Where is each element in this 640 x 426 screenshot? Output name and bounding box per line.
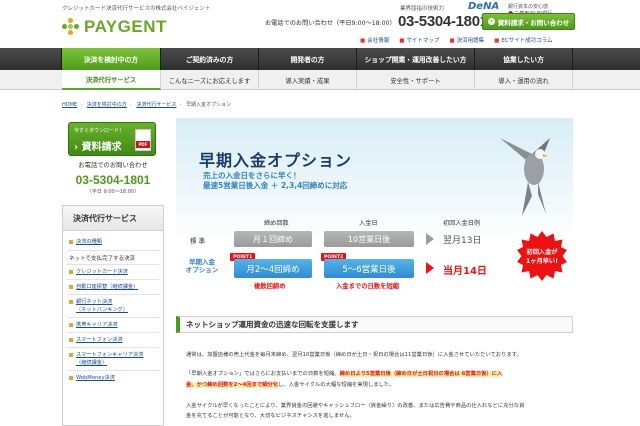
subnav-results[interactable]: 導入実績・成果 bbox=[259, 70, 357, 90]
bullet-icon bbox=[69, 337, 73, 342]
chevron-right-icon: › bbox=[487, 18, 495, 25]
subnav-flow[interactable]: 導入・運用の流れ bbox=[475, 70, 573, 90]
row-label-standard: 標 準 bbox=[190, 237, 206, 245]
dena-text: DeNA bbox=[468, 1, 500, 12]
eagle-icon bbox=[500, 138, 550, 216]
nav-shop-owners[interactable]: ショップ開業・運用改善したい方 bbox=[357, 48, 475, 70]
paragraph-1: 通常は、加盟店様の売上代金を毎月末締め、翌月10営業日後（締め日が土日・祝日の場… bbox=[186, 352, 522, 358]
col-header-payment-date: 入金日 bbox=[359, 220, 378, 227]
download-big-label: › 資料請求 bbox=[74, 142, 122, 153]
sidebar-contact-label: お電話でのお問い合わせ bbox=[78, 162, 148, 169]
nav-considering[interactable]: 決済を検討中の方 bbox=[62, 48, 161, 70]
bullet-icon bbox=[69, 322, 73, 327]
arrow-icon: ■ bbox=[449, 38, 455, 44]
option-payment-box: 5〜6営業日後 bbox=[324, 259, 414, 278]
breadcrumb: HOME › 決済を検討中の方 › 決済代行サービス › 早期入金オプション bbox=[62, 102, 231, 108]
breadcrumb-considering[interactable]: 決済を検討中の方 bbox=[87, 102, 127, 108]
sidebar-tel: 03-5304-1801 bbox=[75, 173, 151, 187]
sublink-glossary[interactable]: ■ 決済用語集 bbox=[449, 36, 484, 44]
arrow-right-icon bbox=[426, 233, 434, 245]
header-sublinks: ■ 会社情報 ■ サイトマップ ■ 決済用語集 ■ ECサイト成功コラム bbox=[360, 36, 553, 44]
breadcrumb-service[interactable]: 決済代行サービス bbox=[136, 102, 176, 108]
section-title: ネットショップ運用資金の迅速な回転を支援します bbox=[176, 316, 573, 333]
ufj-caption: 銀行資本の安心感 bbox=[508, 4, 549, 10]
header-tel-label: お電話でのお問い合わせ（平日9:00〜18:00） bbox=[265, 20, 396, 27]
sidebar-item-payment-types[interactable]: 決済の種類 bbox=[69, 238, 102, 245]
arrow-icon: ■ bbox=[360, 38, 366, 44]
bullet-icon bbox=[69, 284, 73, 289]
download-box: 今すぐダウンロード！ › 資料請求 PDF bbox=[62, 118, 164, 178]
arrow-right-icon bbox=[426, 262, 434, 274]
banner-subtitle-2: 最速5営業日後入金 ＋ 2,3,4回締めに対応 bbox=[203, 181, 348, 190]
sidebar-item-net-banking[interactable]: （ネットバンキング） bbox=[76, 306, 128, 313]
bullet-icon bbox=[69, 239, 73, 244]
sublink-column[interactable]: ■ ECサイト成功コラム bbox=[494, 36, 552, 44]
download-small-label: 今すぐダウンロード！ bbox=[74, 128, 125, 134]
group-text: 業界屈指の技術力 bbox=[400, 6, 445, 12]
standard-closing-box: 月１回締め bbox=[234, 231, 312, 247]
main-nav: 決済を検討中の方 ご契約済みの方 開発者の方 ショップ開業・運用改善したい方 協… bbox=[0, 48, 640, 70]
banner-title: 早期入金オプション bbox=[199, 151, 353, 170]
sidebar-item-smartphone[interactable]: スマートフォン決済 bbox=[69, 336, 123, 343]
standard-result: 翌月13日 bbox=[443, 236, 482, 246]
sidebar-item-direct-debit[interactable]: 自動口座振替（継続課金） bbox=[69, 283, 138, 290]
request-info-button[interactable]: › 資料請求・お問い合わせ bbox=[482, 13, 575, 30]
nav-contracted[interactable]: ご契約済みの方 bbox=[161, 48, 259, 70]
download-button[interactable]: 今すぐダウンロード！ › 資料請求 PDF bbox=[68, 122, 156, 156]
sidebar-item-recurring[interactable]: （継続課金） bbox=[76, 359, 107, 366]
one-month-earlier-badge: 初回入金が 1ヶ月早い! bbox=[517, 231, 567, 281]
arrow-icon: ■ bbox=[494, 38, 500, 44]
option-closing-box: 月2〜4回締め bbox=[234, 259, 312, 278]
sidebar-item-smartphone-carrier[interactable]: スマートフォンキャリア決済 bbox=[69, 351, 143, 358]
sub-nav: 決済代行サービス こんなニーズにお応えします 導入実績・成果 安全性・サポート … bbox=[0, 70, 640, 90]
subnav-security[interactable]: 安全性・サポート bbox=[357, 70, 475, 90]
request-info-label: 資料請求・お問い合わせ bbox=[497, 18, 570, 27]
subnav-spacer bbox=[0, 70, 62, 89]
sidebar-menu-title: 決済代行サービス bbox=[63, 206, 163, 231]
sidebar-category-online: ネットで支払完了する決済 bbox=[69, 256, 136, 262]
note-shorter-days: 入金までの日数を短縮 bbox=[336, 283, 399, 290]
option-result: 当月14日 bbox=[443, 266, 487, 277]
sublink-company[interactable]: ■ 会社情報 bbox=[360, 36, 389, 44]
breadcrumb-current: 早期入金オプション bbox=[185, 102, 231, 108]
col-header-first-payment: 初回入金日例 bbox=[443, 220, 481, 227]
bullet-icon bbox=[69, 299, 73, 304]
row-label-option: 早期入金 オプション bbox=[185, 258, 219, 274]
paragraph-4: 金を充てることが可能となり、大切なビジネスチャンスを逃しません。 bbox=[186, 413, 355, 419]
header-tel-number: 03-5304-1801 bbox=[398, 13, 488, 30]
sidebar-item-bank-net[interactable]: 銀行ネット決済 bbox=[69, 298, 112, 305]
site-tagline: クレジットカード決済代行サービスの株式会社ペイジェント bbox=[62, 6, 211, 12]
early-payment-banner: 早期入金オプション 売上の入金日をさらに早く！ 最速5営業日後入金 ＋ 2,3,… bbox=[176, 118, 573, 314]
logo-dots-icon bbox=[62, 18, 80, 36]
top-header: クレジットカード決済代行サービスの株式会社ペイジェント PAYGENT 業界屈指… bbox=[0, 0, 640, 48]
bullet-icon bbox=[69, 375, 73, 380]
sidebar-hours: （平日 9:00〜18:00） bbox=[86, 189, 140, 195]
sidebar-item-webmoney[interactable]: WebMoney決済 bbox=[69, 374, 115, 381]
col-header-closing: 締め回数 bbox=[264, 220, 289, 227]
subnav-needs[interactable]: こんなニーズにお応えします bbox=[161, 70, 259, 90]
logo-text: PAYGENT bbox=[84, 17, 167, 36]
standard-payment-box: 10営業日後 bbox=[324, 231, 414, 247]
sublink-sitemap[interactable]: ■ サイトマップ bbox=[399, 36, 439, 44]
nav-spacer bbox=[0, 48, 62, 70]
note-multiple-closing: 複数回締め bbox=[254, 283, 286, 290]
bullet-icon bbox=[69, 352, 73, 357]
paygent-logo[interactable]: PAYGENT bbox=[62, 17, 167, 37]
pdf-icon: PDF bbox=[135, 129, 151, 151]
arrow-icon: ■ bbox=[399, 38, 405, 44]
breadcrumb-home[interactable]: HOME bbox=[62, 102, 77, 108]
bullet-icon bbox=[69, 269, 73, 274]
dena-logo[interactable]: DeNA bbox=[468, 1, 499, 12]
sidebar-item-credit-card[interactable]: クレジットカード決済 bbox=[69, 268, 128, 275]
paragraph-2-cont: 金、かつ締め回数を2〜4回まで細分化し、入金サイクルの大幅な短縮を実現しました。 bbox=[186, 382, 395, 388]
nav-partners[interactable]: 協業したい方 bbox=[475, 48, 573, 70]
sidebar-item-carrier[interactable]: 携帯キャリア決済 bbox=[69, 321, 118, 328]
paragraph-3: 入金サイクルが早くなったことにより、業界資金の回避やキャッシュフロー（資金繰り）… bbox=[186, 403, 525, 409]
sidebar-menu: 決済代行サービス 決済の種類 ネットで支払完了する決済 クレジットカード決済 自… bbox=[62, 205, 164, 426]
nav-developers[interactable]: 開発者の方 bbox=[259, 48, 357, 70]
subnav-payment-service[interactable]: 決済代行サービス bbox=[62, 70, 161, 90]
paragraph-2: 「早期入金オプション」ではさらにお支払いまでの日数を短縮。締め日より5営業日後（… bbox=[186, 371, 503, 377]
